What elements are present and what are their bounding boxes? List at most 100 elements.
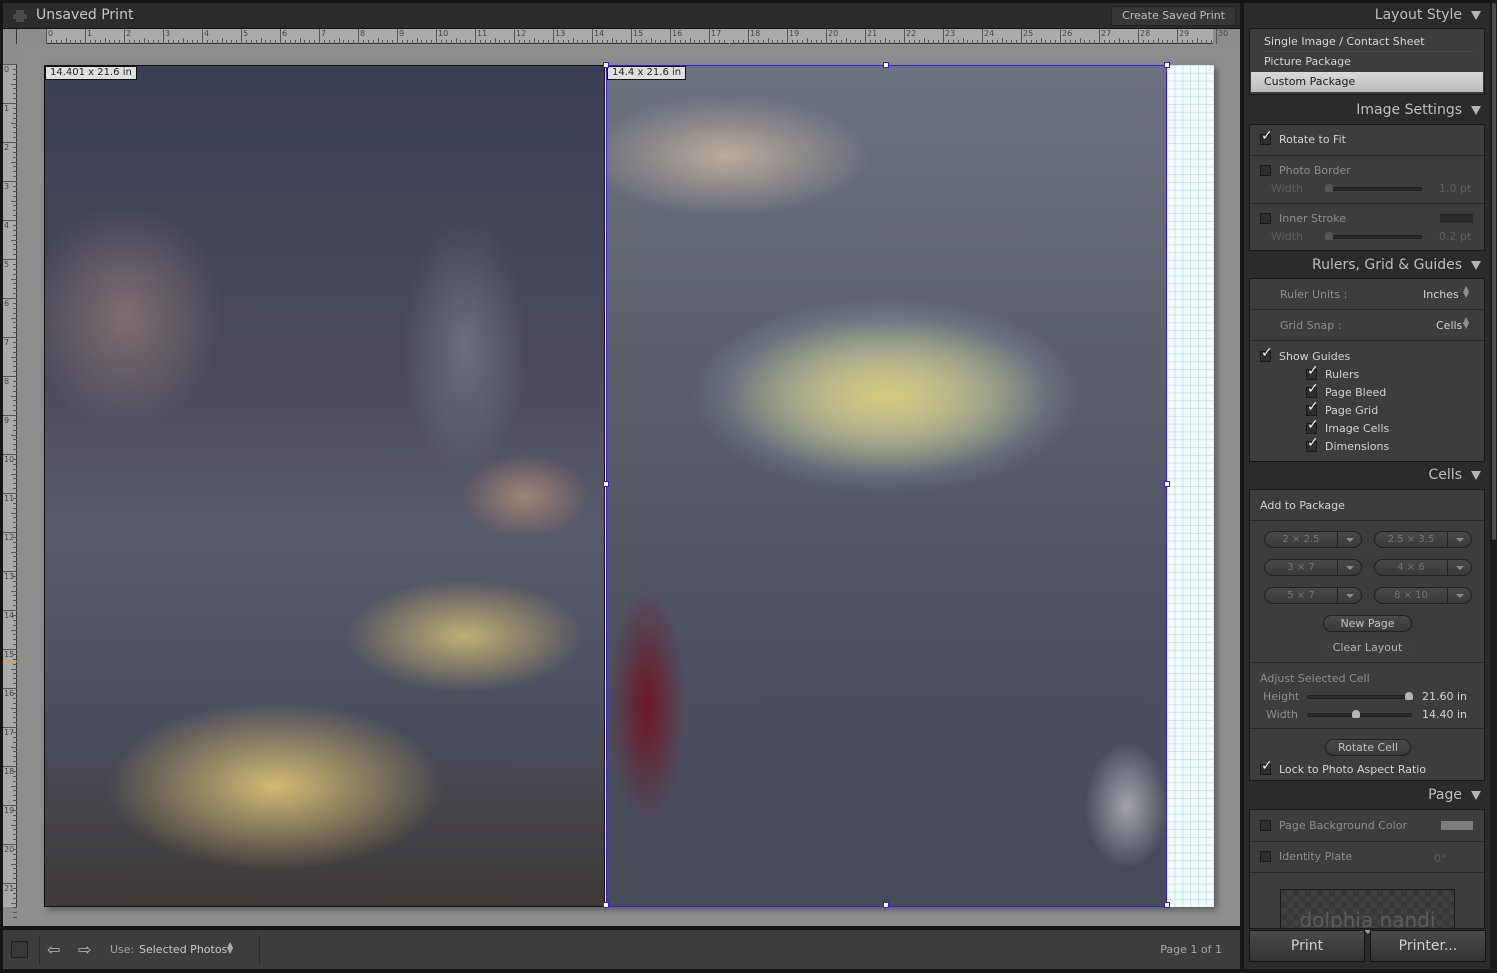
ruler-minor-tick	[889, 40, 891, 44]
page-background-color-swatch[interactable]	[1441, 821, 1473, 830]
rulers-grid-guides-header[interactable]: Rulers, Grid & Guides	[1244, 253, 1490, 277]
photo-border-checkbox[interactable]	[1260, 165, 1271, 176]
collapse-triangle-icon[interactable]	[1471, 106, 1481, 115]
inner-stroke-width-slider[interactable]	[1327, 235, 1422, 239]
cell-size-4x6-button[interactable]: 4 × 6	[1374, 559, 1472, 576]
dropdown-arrow-icon[interactable]	[1447, 560, 1471, 575]
ruler-minor-tick	[11, 551, 17, 553]
ruler-minor-tick	[635, 40, 637, 44]
cell-size-2.5x3.5-button[interactable]: 2.5 × 3.5	[1374, 531, 1472, 548]
page-view-toggle[interactable]	[11, 941, 28, 958]
guide-page-grid-checkbox[interactable]: ✓	[1306, 400, 1319, 416]
ruler-minor-tick	[426, 40, 428, 44]
create-saved-print-button[interactable]: Create Saved Print	[1111, 6, 1236, 26]
ruler-minor-tick	[733, 40, 735, 44]
clear-layout-button[interactable]: Clear Layout	[1323, 639, 1412, 656]
previous-page-arrow-icon[interactable]: ⇦	[47, 942, 67, 958]
scrollbar-thumb[interactable]	[1492, 3, 1496, 540]
ruler-minor-tick	[801, 40, 803, 44]
guide-page-bleed-label: Page Bleed	[1325, 386, 1387, 399]
identity-plate-preview[interactable]: dolphia nandi	[1280, 889, 1455, 928]
ruler-minor-tick	[840, 40, 842, 44]
print-button[interactable]: Print	[1249, 930, 1365, 962]
rotate-cell-button[interactable]: Rotate Cell	[1325, 739, 1411, 756]
ruler-minor-tick	[13, 912, 17, 914]
slider-knob[interactable]	[1404, 692, 1413, 700]
resize-handle-bottom-left[interactable]	[603, 902, 609, 908]
cell-width-value[interactable]: 14.40 in	[1422, 708, 1467, 721]
page-header[interactable]: Page	[1244, 783, 1490, 807]
use-selector[interactable]: Selected Photos	[139, 943, 227, 956]
resize-handle-right[interactable]	[1164, 481, 1170, 487]
identity-plate-checkbox[interactable]	[1260, 851, 1271, 862]
ruler-minor-tick	[1157, 38, 1159, 44]
image-cell-pasta-tray[interactable]	[44, 65, 605, 907]
dropdown-arrow-icon[interactable]	[1337, 532, 1361, 547]
guide-page-grid-label: Page Grid	[1325, 404, 1379, 417]
guide-dimensions-checkbox[interactable]: ✓	[1306, 436, 1319, 452]
ruler-minor-tick	[13, 834, 17, 836]
collapse-triangle-icon[interactable]	[1471, 471, 1481, 480]
layout-option-single-image[interactable]: Single Image / Contact Sheet	[1251, 32, 1483, 52]
cell-height-label: Height	[1263, 690, 1300, 703]
lock-aspect-ratio-checkbox[interactable]: ✓	[1260, 759, 1273, 775]
rotate-to-fit-checkbox[interactable]: ✓	[1260, 129, 1273, 145]
new-page-button[interactable]: New Page	[1323, 615, 1412, 632]
guide-image-cells-checkbox[interactable]: ✓	[1306, 418, 1319, 434]
dropdown-arrow-icon[interactable]	[1447, 532, 1471, 547]
cells-header[interactable]: Cells	[1244, 463, 1490, 487]
ruler-minor-tick	[884, 38, 886, 44]
resize-handle-top-left[interactable]	[603, 62, 609, 68]
printer-button[interactable]: Printer...	[1370, 930, 1486, 962]
ruler-tick-label: 22	[906, 29, 917, 38]
cell-size-5x7-button[interactable]: 5 × 7	[1264, 587, 1362, 604]
ruler-minor-tick	[13, 171, 17, 173]
resize-handle-top-right[interactable]	[1164, 62, 1170, 68]
layout-option-picture-package[interactable]: Picture Package	[1251, 52, 1483, 72]
collapse-triangle-icon[interactable]	[1471, 791, 1481, 800]
guide-page-bleed-checkbox[interactable]: ✓	[1306, 382, 1319, 398]
dropdown-arrow-icon[interactable]	[1447, 588, 1471, 603]
page-background-color-checkbox[interactable]	[1260, 820, 1271, 831]
ruler-minor-tick	[13, 483, 17, 485]
inner-stroke-checkbox[interactable]	[1260, 213, 1271, 224]
resize-handle-left[interactable]	[603, 481, 609, 487]
ruler-minor-tick	[13, 190, 17, 192]
ruler-minor-tick	[533, 38, 535, 44]
cell-size-3x7-button[interactable]: 3 × 7	[1264, 559, 1362, 576]
slider-knob[interactable]	[1325, 232, 1333, 240]
resize-handle-bottom[interactable]	[883, 902, 889, 908]
slider-knob[interactable]	[1352, 710, 1361, 718]
grid-snap-select[interactable]: Cells	[1436, 319, 1462, 332]
image-settings-header[interactable]: Image Settings	[1244, 98, 1490, 122]
next-page-arrow-icon[interactable]: ⇨	[78, 942, 98, 958]
slider-knob[interactable]	[1325, 184, 1333, 192]
collapse-triangle-icon[interactable]	[1471, 261, 1481, 270]
ruler-minor-tick	[60, 40, 62, 44]
ruler-minor-tick	[13, 463, 17, 465]
guide-rulers-checkbox[interactable]: ✓	[1306, 364, 1319, 380]
photo-border-width-slider[interactable]	[1327, 187, 1422, 191]
layout-style-header[interactable]: Layout Style	[1244, 3, 1490, 27]
ruler-units-select[interactable]: Inches	[1423, 288, 1459, 301]
show-guides-checkbox[interactable]: ✓	[1260, 346, 1273, 362]
layout-option-custom-package[interactable]: Custom Package	[1251, 72, 1483, 92]
ruler-minor-tick	[11, 356, 17, 358]
ruler-minor-tick	[11, 512, 17, 514]
cell-size-8x10-button[interactable]: 8 × 10	[1374, 587, 1472, 604]
ruler-minor-tick	[777, 40, 779, 44]
resize-handle-top[interactable]	[883, 62, 889, 68]
dropdown-arrow-icon[interactable]	[1337, 560, 1361, 575]
printer-icon	[13, 10, 27, 22]
ruler-minor-tick	[13, 361, 17, 363]
inner-stroke-color-swatch[interactable]	[1440, 214, 1473, 223]
collapse-triangle-icon[interactable]	[1471, 11, 1481, 20]
cell-size-2x2.5-button[interactable]: 2 × 2.5	[1264, 531, 1362, 548]
identity-plate-angle[interactable]: 0°	[1434, 852, 1447, 865]
cell-height-value[interactable]: 21.60 in	[1422, 690, 1467, 703]
dropdown-arrow-icon[interactable]	[1337, 588, 1361, 603]
panel-scrollbar[interactable]	[1490, 0, 1497, 973]
resize-handle-bottom-right[interactable]	[1164, 902, 1170, 908]
cell-height-slider[interactable]	[1307, 695, 1412, 699]
image-cell-pasta-plate[interactable]	[606, 65, 1167, 907]
